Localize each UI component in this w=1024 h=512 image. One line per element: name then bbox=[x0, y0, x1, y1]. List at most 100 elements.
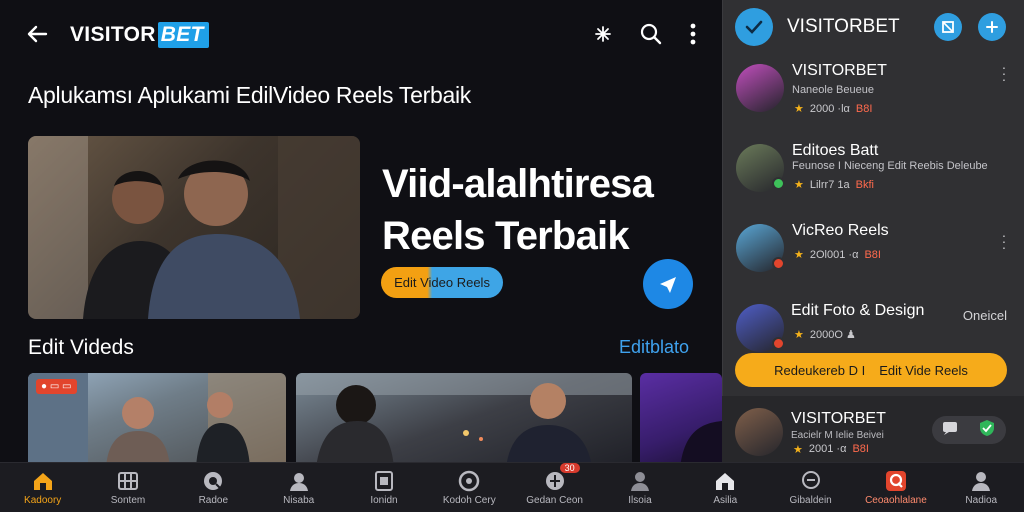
search-icon[interactable] bbox=[638, 20, 664, 48]
star-icon: ★ bbox=[794, 103, 804, 115]
list-item[interactable]: Editoes Batt Feunose I Nieceng Edit Reeb… bbox=[723, 140, 1024, 212]
person-icon bbox=[627, 469, 653, 493]
avatar bbox=[736, 304, 785, 352]
nav-item-radoe[interactable]: Radoe bbox=[171, 463, 256, 512]
section-link[interactable]: Editblato bbox=[619, 337, 689, 358]
hero-video-thumbnail[interactable] bbox=[28, 136, 360, 319]
nav-label: Radoe bbox=[198, 495, 229, 506]
user-icon bbox=[286, 469, 312, 493]
nav-item-ionidn[interactable]: Ionidn bbox=[341, 463, 426, 512]
home-icon bbox=[30, 469, 56, 493]
item-rating: 2Ol001 ·α bbox=[809, 248, 859, 261]
list-item[interactable]: VicReo Reels ★ 2Ol001 ·α B8I · · · bbox=[723, 220, 1024, 292]
star-icon: ★ bbox=[794, 249, 804, 261]
avatar bbox=[736, 64, 784, 112]
back-arrow-icon[interactable] bbox=[24, 20, 52, 48]
avatar bbox=[736, 224, 785, 272]
nav-label: Sontem bbox=[110, 495, 146, 506]
q-icon bbox=[883, 469, 909, 493]
cta-left-label: Redeukereb D I bbox=[774, 362, 866, 378]
live-status-icon bbox=[772, 337, 785, 350]
item-meta: ★ 2Ol001 ·α B8I bbox=[794, 248, 881, 262]
hero-title-line2: Reels Terbaik bbox=[382, 214, 630, 258]
more-vertical-icon[interactable] bbox=[680, 20, 706, 48]
more-vertical-icon[interactable]: · · · bbox=[1001, 60, 1007, 86]
nav-label: Gedan Ceon bbox=[526, 495, 583, 506]
item-meta: ★ 2000O ♟ bbox=[794, 328, 856, 341]
panel-header: VISITORBET bbox=[723, 0, 1024, 54]
nav-item-kadoory[interactable]: Kadoory bbox=[0, 463, 85, 512]
item-name: Editoes Batt bbox=[792, 142, 879, 159]
item-rating: 2001 ·α bbox=[808, 443, 847, 455]
item-subtitle: Naneole Beueue bbox=[792, 84, 874, 96]
item-name: Edit Foto & Design bbox=[791, 302, 925, 319]
star-icon: ★ bbox=[794, 179, 804, 191]
panel-title: VISITORBET bbox=[787, 16, 900, 37]
edit-video-reels-cta-button[interactable]: Redeukereb D I Edit Vide Reels bbox=[735, 353, 1007, 387]
hero-title-line1: Viid-alalhtiresa bbox=[382, 162, 654, 206]
item-rating: 2000O ♟ bbox=[809, 329, 856, 341]
video-thumbnail[interactable] bbox=[640, 373, 722, 462]
avatar bbox=[736, 144, 785, 192]
online-status-icon bbox=[772, 177, 785, 190]
edit-video-reels-button[interactable]: Edit Video Reels bbox=[381, 267, 503, 298]
bottom-nav: Kadoory Sontem Radoe Nisaba Ionidn Kodoh… bbox=[0, 462, 1024, 512]
nav-item-nadioa[interactable]: Nadioa bbox=[939, 463, 1024, 512]
nav-item-kodoh-cery[interactable]: Kodoh Cery bbox=[427, 463, 512, 512]
section-title: Edit Videds bbox=[28, 336, 134, 359]
hero-title: Viid-alalhtiresa Reels Terbaik bbox=[382, 158, 702, 262]
item-tag: B8I bbox=[855, 102, 873, 115]
item-right-label[interactable]: Oneicel bbox=[963, 308, 1007, 323]
send-icon[interactable] bbox=[643, 259, 693, 309]
main-content: VISITOR BET Aplukamsı Aplukami EdilVideo… bbox=[0, 0, 722, 462]
grid-icon bbox=[115, 469, 141, 493]
nav-label: Kodoh Cery bbox=[442, 495, 496, 506]
cta-right-label: Edit Vide Reels bbox=[879, 362, 968, 378]
item-subtitle: Feunose I Nieceng Edit Reebis Deleube bbox=[792, 160, 988, 172]
nav-label: Gibaldein bbox=[789, 495, 832, 506]
top-bar: VISITOR BET bbox=[0, 0, 722, 70]
brand-accent-text: BET bbox=[157, 22, 209, 48]
star-icon: ★ bbox=[794, 329, 804, 341]
item-meta: ★ 2000 ·lα B8I bbox=[794, 102, 873, 116]
nav-item-nisaba[interactable]: Nisaba bbox=[256, 463, 341, 512]
list-item[interactable]: VISITORBET Naneole Beueue ★ 2000 ·lα B8I… bbox=[723, 60, 1024, 132]
brand-logo: VISITOR BET bbox=[70, 22, 209, 48]
check-logo-icon bbox=[735, 8, 773, 46]
brand-main-text: VISITOR bbox=[70, 23, 156, 46]
sparkle-icon[interactable] bbox=[590, 20, 616, 48]
item-actions bbox=[932, 416, 1006, 444]
nav-label: Nisaba bbox=[283, 495, 315, 506]
nav-item-asilia[interactable]: Asilia bbox=[683, 463, 768, 512]
shield-check-icon[interactable] bbox=[978, 419, 996, 442]
item-name: VicReo Reels bbox=[792, 222, 889, 239]
star-icon: ★ bbox=[793, 444, 803, 456]
live-status-icon bbox=[772, 257, 785, 270]
nav-item-ilsoia[interactable]: Ilsoia bbox=[597, 463, 682, 512]
list-item[interactable]: VISITORBET Eacielr M Ielie Beivei ★ 2001… bbox=[722, 396, 1024, 462]
nav-item-gibaldein[interactable]: Gibaldein bbox=[768, 463, 853, 512]
nav-item-sontem[interactable]: Sontem bbox=[85, 463, 170, 512]
nav-item-ceoaohlalane[interactable]: Ceoaohlalane bbox=[853, 463, 938, 512]
nav-label: Kadoory bbox=[24, 495, 62, 506]
nav-item-gedan-ceon[interactable]: 30 Gedan Ceon bbox=[512, 463, 597, 512]
thumbnail-tag: ● ▭ ▭ bbox=[36, 379, 77, 394]
item-name: VISITORBET bbox=[792, 62, 887, 79]
message-icon[interactable] bbox=[942, 421, 958, 440]
home-icon bbox=[712, 469, 738, 493]
profile-icon bbox=[968, 469, 994, 493]
more-vertical-icon[interactable]: · · · bbox=[1001, 228, 1007, 254]
box-icon[interactable] bbox=[934, 13, 962, 41]
window-icon bbox=[371, 469, 397, 493]
globe-icon: 30 bbox=[542, 463, 580, 493]
item-tag: Bkfi bbox=[855, 178, 874, 191]
item-rating: Lilrr7 1a bbox=[809, 178, 850, 191]
add-icon[interactable] bbox=[978, 13, 1006, 41]
item-meta: ★ Lilrr7 1a Bkfi bbox=[794, 178, 874, 192]
avatar bbox=[735, 408, 783, 456]
radio-icon bbox=[200, 469, 226, 493]
notification-badge: 30 bbox=[559, 463, 580, 473]
chat-icon bbox=[798, 469, 824, 493]
video-thumbnail[interactable] bbox=[296, 373, 632, 462]
video-thumbnail[interactable]: ● ▭ ▭ bbox=[28, 373, 286, 462]
